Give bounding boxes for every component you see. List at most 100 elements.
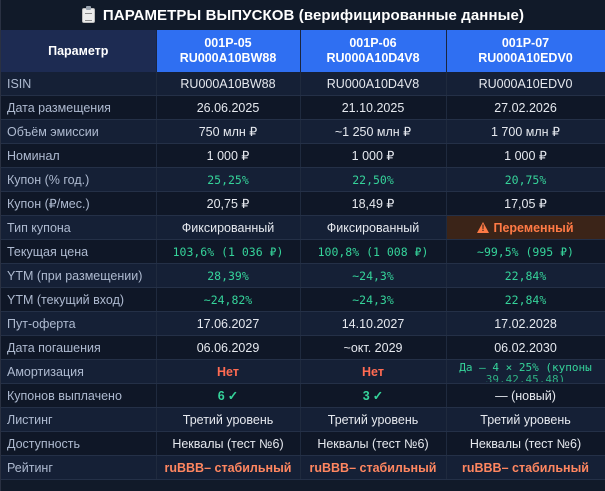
cell: 14.10.2027 [300, 311, 447, 336]
cell: 20,75% [446, 167, 605, 192]
cell: RU000A10D4V8 [300, 72, 447, 96]
issue-code: 001P-06 [349, 36, 397, 50]
cell: 26.06.2025 [156, 95, 301, 120]
panel-title: ПАРАМЕТРЫ ВЫПУСКОВ (верифицированные дан… [1, 0, 605, 30]
cell: Неквалы (тест №6) [446, 431, 605, 456]
cell: ruBBB– стабильный [156, 455, 301, 480]
row-label: Купонов выплачено [1, 383, 157, 408]
table-row-isin: ISIN RU000A10BW88 RU000A10D4V8 RU000A10E… [1, 72, 605, 96]
cell: Нет [156, 359, 301, 384]
table-row-nominal: Номинал 1 000 ₽ 1 000 ₽ 1 000 ₽ [1, 143, 605, 168]
warning-icon [477, 221, 490, 233]
cell: ~окт. 2029 [300, 335, 447, 360]
issue-isin: RU000A10D4V8 [326, 51, 420, 65]
cell: 6 ✓ [156, 383, 301, 408]
cell: — (новый) [446, 383, 605, 408]
cell: Третий уровень [156, 407, 301, 432]
table-row-ytm-place: YTM (при размещении) 28,39% ~24,3% 22,84… [1, 263, 605, 288]
check-icon: ✓ [227, 389, 239, 403]
table-row-access: Доступность Неквалы (тест №6) Неквалы (т… [1, 431, 605, 456]
table-row-placement-date: Дата размещения 26.06.2025 21.10.2025 27… [1, 95, 605, 120]
cell: 25,25% [156, 167, 301, 192]
table-row-coupon-type: Тип купона Фиксированный Фиксированный П… [1, 215, 605, 240]
cell: ruBBB– стабильный [446, 455, 605, 480]
cell: 1 000 ₽ [446, 143, 605, 168]
cell: Фиксированный [300, 215, 447, 240]
row-label: Купон (% год.) [1, 167, 157, 192]
clipboard-icon [81, 5, 95, 23]
cell: 3 ✓ [300, 383, 447, 408]
amort-line1: Да — 4 × 25% (купоны [459, 361, 592, 374]
table-row-coupon-pct: Купон (% год.) 25,25% 22,50% 20,75% [1, 167, 605, 192]
row-label: Пут-оферта [1, 311, 157, 336]
row-label: Номинал [1, 143, 157, 168]
table-row-coupon-rub: Купон (₽/мес.) 20,75 ₽ 18,49 ₽ 17,05 ₽ [1, 191, 605, 216]
cell: 20,75 ₽ [156, 191, 301, 216]
row-label: YTM (текущий вход) [1, 287, 157, 312]
row-label: Объём эмиссии [1, 119, 157, 144]
table-row-ytm-now: YTM (текущий вход) ~24,82% ~24,3% 22,84% [1, 287, 605, 312]
cell: RU000A10BW88 [156, 72, 301, 96]
table-row-coupons-paid: Купонов выплачено 6 ✓ 3 ✓ — (новый) [1, 383, 605, 408]
coupon-type-variable: Переменный [493, 220, 574, 235]
row-label: Рейтинг [1, 455, 157, 480]
cell: 750 млн ₽ [156, 119, 301, 144]
cell: ~24,3% [300, 263, 447, 288]
cell: 100,8% (1 008 ₽) [300, 239, 447, 264]
cell: 06.06.2029 [156, 335, 301, 360]
table-row-rating: Рейтинг ruBBB– стабильный ruBBB– стабиль… [1, 455, 605, 480]
cell: Неквалы (тест №6) [156, 431, 301, 456]
cell: ~99,5% (995 ₽) [446, 239, 605, 264]
row-label: Тип купона [1, 215, 157, 240]
row-label: ISIN [1, 72, 157, 96]
row-label: Купон (₽/мес.) [1, 191, 157, 216]
cell: 1 700 млн ₽ [446, 119, 605, 144]
cell: 22,50% [300, 167, 447, 192]
cell: 17.02.2028 [446, 311, 605, 336]
cell: ~24,82% [156, 287, 301, 312]
cell-amortization: Да — 4 × 25% (купоны 39,42,45,48) [446, 359, 605, 384]
header-issue-06: 001P-06 RU000A10D4V8 [300, 30, 447, 72]
cell: 1 000 ₽ [156, 143, 301, 168]
cell: Фиксированный [156, 215, 301, 240]
issue-isin: RU000A10BW88 [179, 51, 277, 65]
panel-title-text: ПАРАМЕТРЫ ВЫПУСКОВ (верифицированные дан… [102, 6, 525, 24]
header-issue-07: 001P-07 RU000A10EDV0 [446, 30, 605, 72]
cell: 22,84% [446, 287, 605, 312]
cell: Неквалы (тест №6) [300, 431, 447, 456]
coupons-count: 3 [362, 389, 370, 403]
cell: ruBBB– стабильный [300, 455, 447, 480]
row-label: Дата размещения [1, 95, 157, 120]
cell: ~1 250 млн ₽ [300, 119, 447, 144]
table-row-listing: Листинг Третий уровень Третий уровень Тр… [1, 407, 605, 432]
cell: 103,6% (1 036 ₽) [156, 239, 301, 264]
row-label: Доступность [1, 431, 157, 456]
table-row-price: Текущая цена 103,6% (1 036 ₽) 100,8% (1 … [1, 239, 605, 264]
cell: 27.02.2026 [446, 95, 605, 120]
cell: 1 000 ₽ [300, 143, 447, 168]
issue-code: 001P-05 [204, 36, 252, 50]
table-row-volume: Объём эмиссии 750 млн ₽ ~1 250 млн ₽ 1 7… [1, 119, 605, 144]
header-issue-05: 001P-05 RU000A10BW88 [156, 30, 301, 72]
coupons-count: 6 [217, 389, 225, 403]
cell: Третий уровень [446, 407, 605, 432]
issue-code: 001P-07 [501, 36, 550, 50]
params-table: Параметр 001P-05 RU000A10BW88 001P-06 RU00… [1, 30, 605, 480]
params-panel: ПАРАМЕТРЫ ВЫПУСКОВ (верифицированные дан… [0, 0, 605, 491]
cell: 22,84% [446, 263, 605, 288]
row-label: Амортизация [1, 359, 157, 384]
header-param: Параметр [1, 30, 157, 72]
row-label: Дата погашения [1, 335, 157, 360]
cell: ~24,3% [300, 287, 447, 312]
cell: RU000A10EDV0 [446, 72, 605, 96]
table-header-row: Параметр 001P-05 RU000A10BW88 001P-06 RU00… [1, 30, 605, 72]
row-label: Листинг [1, 407, 157, 432]
row-label: YTM (при размещении) [1, 263, 157, 288]
issue-isin: RU000A10EDV0 [478, 51, 573, 65]
row-label: Текущая цена [1, 239, 157, 264]
cell: 17,05 ₽ [446, 191, 605, 216]
amort-line2: 39,42,45,48) [485, 373, 566, 382]
cell: 28,39% [156, 263, 301, 288]
table-row-amortization: Амортизация Нет Нет Да — 4 × 25% (купоны… [1, 359, 605, 384]
cell: Третий уровень [300, 407, 447, 432]
